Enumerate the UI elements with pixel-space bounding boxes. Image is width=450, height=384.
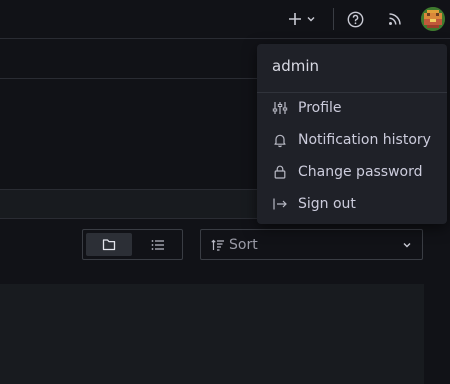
user-menu-dropdown: admin Profile Notification history Chang…	[257, 44, 447, 224]
toolbar-divider	[333, 8, 334, 30]
menu-item-notification-history[interactable]: Notification history	[257, 124, 447, 156]
top-navbar	[0, 0, 450, 38]
sign-out-icon	[272, 196, 288, 212]
menu-item-label: Change password	[298, 164, 423, 180]
menu-item-sign-out[interactable]: Sign out	[257, 188, 447, 220]
menu-username: admin	[272, 57, 319, 75]
menu-item-label: Sign out	[298, 196, 356, 212]
view-toggle	[82, 229, 183, 260]
folder-view-button[interactable]	[86, 233, 132, 256]
section-divider	[0, 78, 260, 79]
news-button[interactable]	[384, 8, 406, 30]
chevron-down-icon	[403, 243, 411, 248]
tab-strip	[0, 190, 260, 219]
rss-icon	[389, 13, 401, 25]
user-avatar[interactable]	[421, 7, 445, 31]
sliders-icon	[272, 100, 288, 116]
menu-item-change-password[interactable]: Change password	[257, 156, 447, 188]
bell-icon	[272, 132, 288, 148]
add-new-button[interactable]	[284, 9, 320, 29]
sort-amount-up-icon	[211, 239, 224, 251]
sort-label: Sort	[229, 236, 258, 253]
lock-icon	[272, 164, 288, 180]
content-panel	[0, 284, 424, 384]
menu-item-label: Notification history	[298, 132, 431, 148]
menu-item-profile[interactable]: Profile	[257, 92, 447, 124]
chevron-down-icon	[307, 17, 315, 22]
list-view-button[interactable]	[135, 233, 181, 256]
sort-select[interactable]: Sort	[200, 229, 423, 260]
list-icon	[151, 239, 164, 250]
help-button[interactable]	[344, 8, 366, 30]
plus-icon	[289, 13, 301, 25]
folder-icon	[102, 239, 116, 251]
header-divider	[0, 38, 450, 39]
menu-item-label: Profile	[298, 100, 342, 116]
question-circle-icon	[347, 11, 363, 27]
avatar-image	[421, 7, 445, 31]
